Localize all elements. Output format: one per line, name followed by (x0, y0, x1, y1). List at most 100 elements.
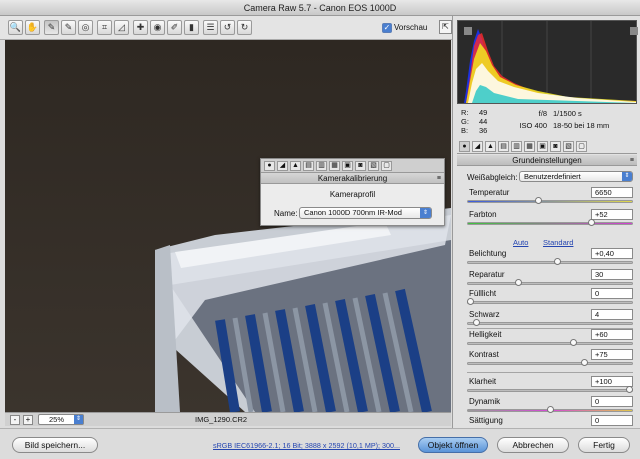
effects-tab-icon[interactable]: ▣ (342, 161, 353, 171)
schwarz-thumb[interactable] (473, 319, 480, 326)
helligkeit-input[interactable]: +60 (591, 329, 633, 340)
helligkeit-thumb[interactable] (570, 339, 577, 346)
open-object-button[interactable]: Objekt öffnen (418, 437, 488, 453)
farbton-slider[interactable]: Farbton +52 (467, 209, 635, 229)
graduated-filter-icon[interactable]: ▮ (184, 20, 199, 35)
dynamik-input[interactable]: 0 (591, 396, 633, 407)
temperatur-input[interactable]: 6650 (591, 187, 633, 198)
temperatur-thumb[interactable] (535, 197, 542, 204)
saettigung-slider[interactable]: Sättigung 0 (467, 415, 635, 428)
effects-tab-icon[interactable]: ▣ (537, 141, 548, 152)
kontrast-input[interactable]: +75 (591, 349, 633, 360)
red-eye-tool-icon[interactable]: ◉ (150, 20, 165, 35)
dynamik-slider[interactable]: Dynamik 0 (467, 396, 635, 416)
helligkeit-slider[interactable]: Helligkeit +60 (467, 329, 635, 349)
reparatur-slider[interactable]: Reparatur 30 (467, 269, 635, 289)
schwarz-track[interactable] (467, 322, 633, 325)
zoom-out-button[interactable]: - (10, 415, 20, 425)
tone-curve-tab-icon[interactable]: ◢ (472, 141, 483, 152)
fuelllicht-slider[interactable]: Fülllicht 0 (467, 288, 635, 308)
farbton-thumb[interactable] (588, 219, 595, 226)
kontrast-slider[interactable]: Kontrast +75 (467, 349, 635, 369)
camera-calibration-tab-icon[interactable]: ◙ (550, 141, 561, 152)
highlight-clipping-icon[interactable] (630, 27, 638, 35)
adjustment-brush-icon[interactable]: ✐ (167, 20, 182, 35)
detail-tab-icon[interactable]: ▲ (290, 161, 301, 171)
belichtung-input[interactable]: +0,40 (591, 248, 633, 259)
presets-tab-icon[interactable]: ▧ (563, 141, 574, 152)
rotate-left-icon[interactable]: ↺ (220, 20, 235, 35)
fullscreen-icon[interactable]: ⇱ (439, 20, 452, 34)
straighten-tool-icon[interactable]: ◿ (114, 20, 129, 35)
image-preview[interactable]: ● ◢ ▲ ▤ ▥ ▦ ▣ ◙ ▧ ▢ Kamerakalibrierung ≡… (5, 40, 451, 412)
dynamik-thumb[interactable] (547, 406, 554, 413)
helligkeit-track[interactable] (467, 342, 633, 345)
tone-curve-tab-icon[interactable]: ◢ (277, 161, 288, 171)
hsl-tab-icon[interactable]: ▤ (303, 161, 314, 171)
kontrast-track[interactable] (467, 362, 633, 365)
reparatur-thumb[interactable] (515, 279, 522, 286)
schwarz-slider[interactable]: Schwarz 4 (467, 309, 635, 329)
zoom-level-select[interactable]: 25% ⇕ (38, 414, 84, 425)
panel-menu-icon[interactable]: ≡ (437, 173, 441, 184)
klarheit-slider[interactable]: Klarheit +100 (467, 376, 635, 396)
profile-name-value: Canon 1000D 700nm IR-Mod (304, 208, 402, 217)
fuelllicht-thumb[interactable] (467, 298, 474, 305)
white-balance-tool-icon[interactable]: ✎ (44, 20, 59, 35)
camera-calibration-tab-icon[interactable]: ◙ (355, 161, 366, 171)
klarheit-thumb[interactable] (626, 386, 633, 393)
histogram-graph (464, 21, 636, 103)
klarheit-track[interactable] (467, 389, 633, 392)
belichtung-slider[interactable]: Belichtung +0,40 (467, 248, 635, 268)
targeted-adjustment-tool-icon[interactable]: ◎ (78, 20, 93, 35)
crop-tool-icon[interactable]: ⌗ (97, 20, 112, 35)
spot-removal-tool-icon[interactable]: ✚ (133, 20, 148, 35)
shadow-clipping-icon[interactable] (464, 27, 472, 35)
auto-link[interactable]: Auto (513, 238, 528, 247)
schwarz-input[interactable]: 4 (591, 309, 633, 320)
lens-corrections-tab-icon[interactable]: ▦ (524, 141, 535, 152)
panel-menu-icon[interactable]: ≡ (630, 155, 634, 166)
helligkeit-label: Helligkeit (469, 330, 502, 339)
kontrast-thumb[interactable] (581, 359, 588, 366)
preview-checkbox[interactable]: ✓ Vorschau (382, 22, 440, 34)
presets-tab-icon[interactable]: ▧ (368, 161, 379, 171)
done-button[interactable]: Fertig (578, 437, 630, 453)
color-sampler-tool-icon[interactable]: ✎ (61, 20, 76, 35)
detail-tab-icon[interactable]: ▲ (485, 141, 496, 152)
klarheit-input[interactable]: +100 (591, 376, 633, 387)
farbton-input[interactable]: +52 (591, 209, 633, 220)
right-panel: R: 49 G: 44 B: 36 f/8 1/1500 s ISO 400 18-50 … (452, 16, 640, 428)
save-image-button[interactable]: Bild speichern... (12, 437, 98, 453)
rotate-right-icon[interactable]: ↻ (237, 20, 252, 35)
temperatur-track[interactable] (467, 200, 633, 203)
basic-tab-icon[interactable]: ● (264, 161, 275, 171)
reparatur-input[interactable]: 30 (591, 269, 633, 280)
reparatur-track[interactable] (467, 282, 633, 285)
lens-corrections-tab-icon[interactable]: ▦ (329, 161, 340, 171)
hsl-tab-icon[interactable]: ▤ (498, 141, 509, 152)
temperatur-slider[interactable]: Temperatur 6650 (467, 187, 635, 207)
standard-link[interactable]: Standard (543, 238, 573, 247)
white-balance-select[interactable]: Benutzerdefiniert ⇕ (519, 171, 633, 182)
workflow-options-link[interactable]: sRGB IEC61966-2.1; 16 Bit; 3888 x 2592 (… (213, 441, 400, 450)
fuelllicht-track[interactable] (467, 301, 633, 304)
basic-tab-icon[interactable]: ● (459, 141, 470, 152)
klarheit-label: Klarheit (469, 377, 497, 386)
preferences-icon[interactable]: ☰ (203, 20, 218, 35)
hand-tool-icon[interactable]: ✋ (25, 20, 40, 35)
snapshots-tab-icon[interactable]: ▢ (381, 161, 392, 171)
split-toning-tab-icon[interactable]: ▥ (316, 161, 327, 171)
fuelllicht-input[interactable]: 0 (591, 288, 633, 299)
saettigung-input[interactable]: 0 (591, 415, 633, 426)
zoom-tool-icon[interactable]: 🔍 (8, 20, 23, 35)
split-toning-tab-icon[interactable]: ▥ (511, 141, 522, 152)
r-value: 49 (479, 108, 488, 117)
cancel-button[interactable]: Abbrechen (497, 437, 569, 453)
profile-name-select[interactable]: Canon 1000D 700nm IR-Mod ⇕ (299, 207, 432, 219)
belichtung-thumb[interactable] (554, 258, 561, 265)
zoom-in-button[interactable]: + (23, 415, 33, 425)
farbton-track[interactable] (467, 222, 633, 225)
belichtung-track[interactable] (467, 261, 633, 264)
snapshots-tab-icon[interactable]: ▢ (576, 141, 587, 152)
